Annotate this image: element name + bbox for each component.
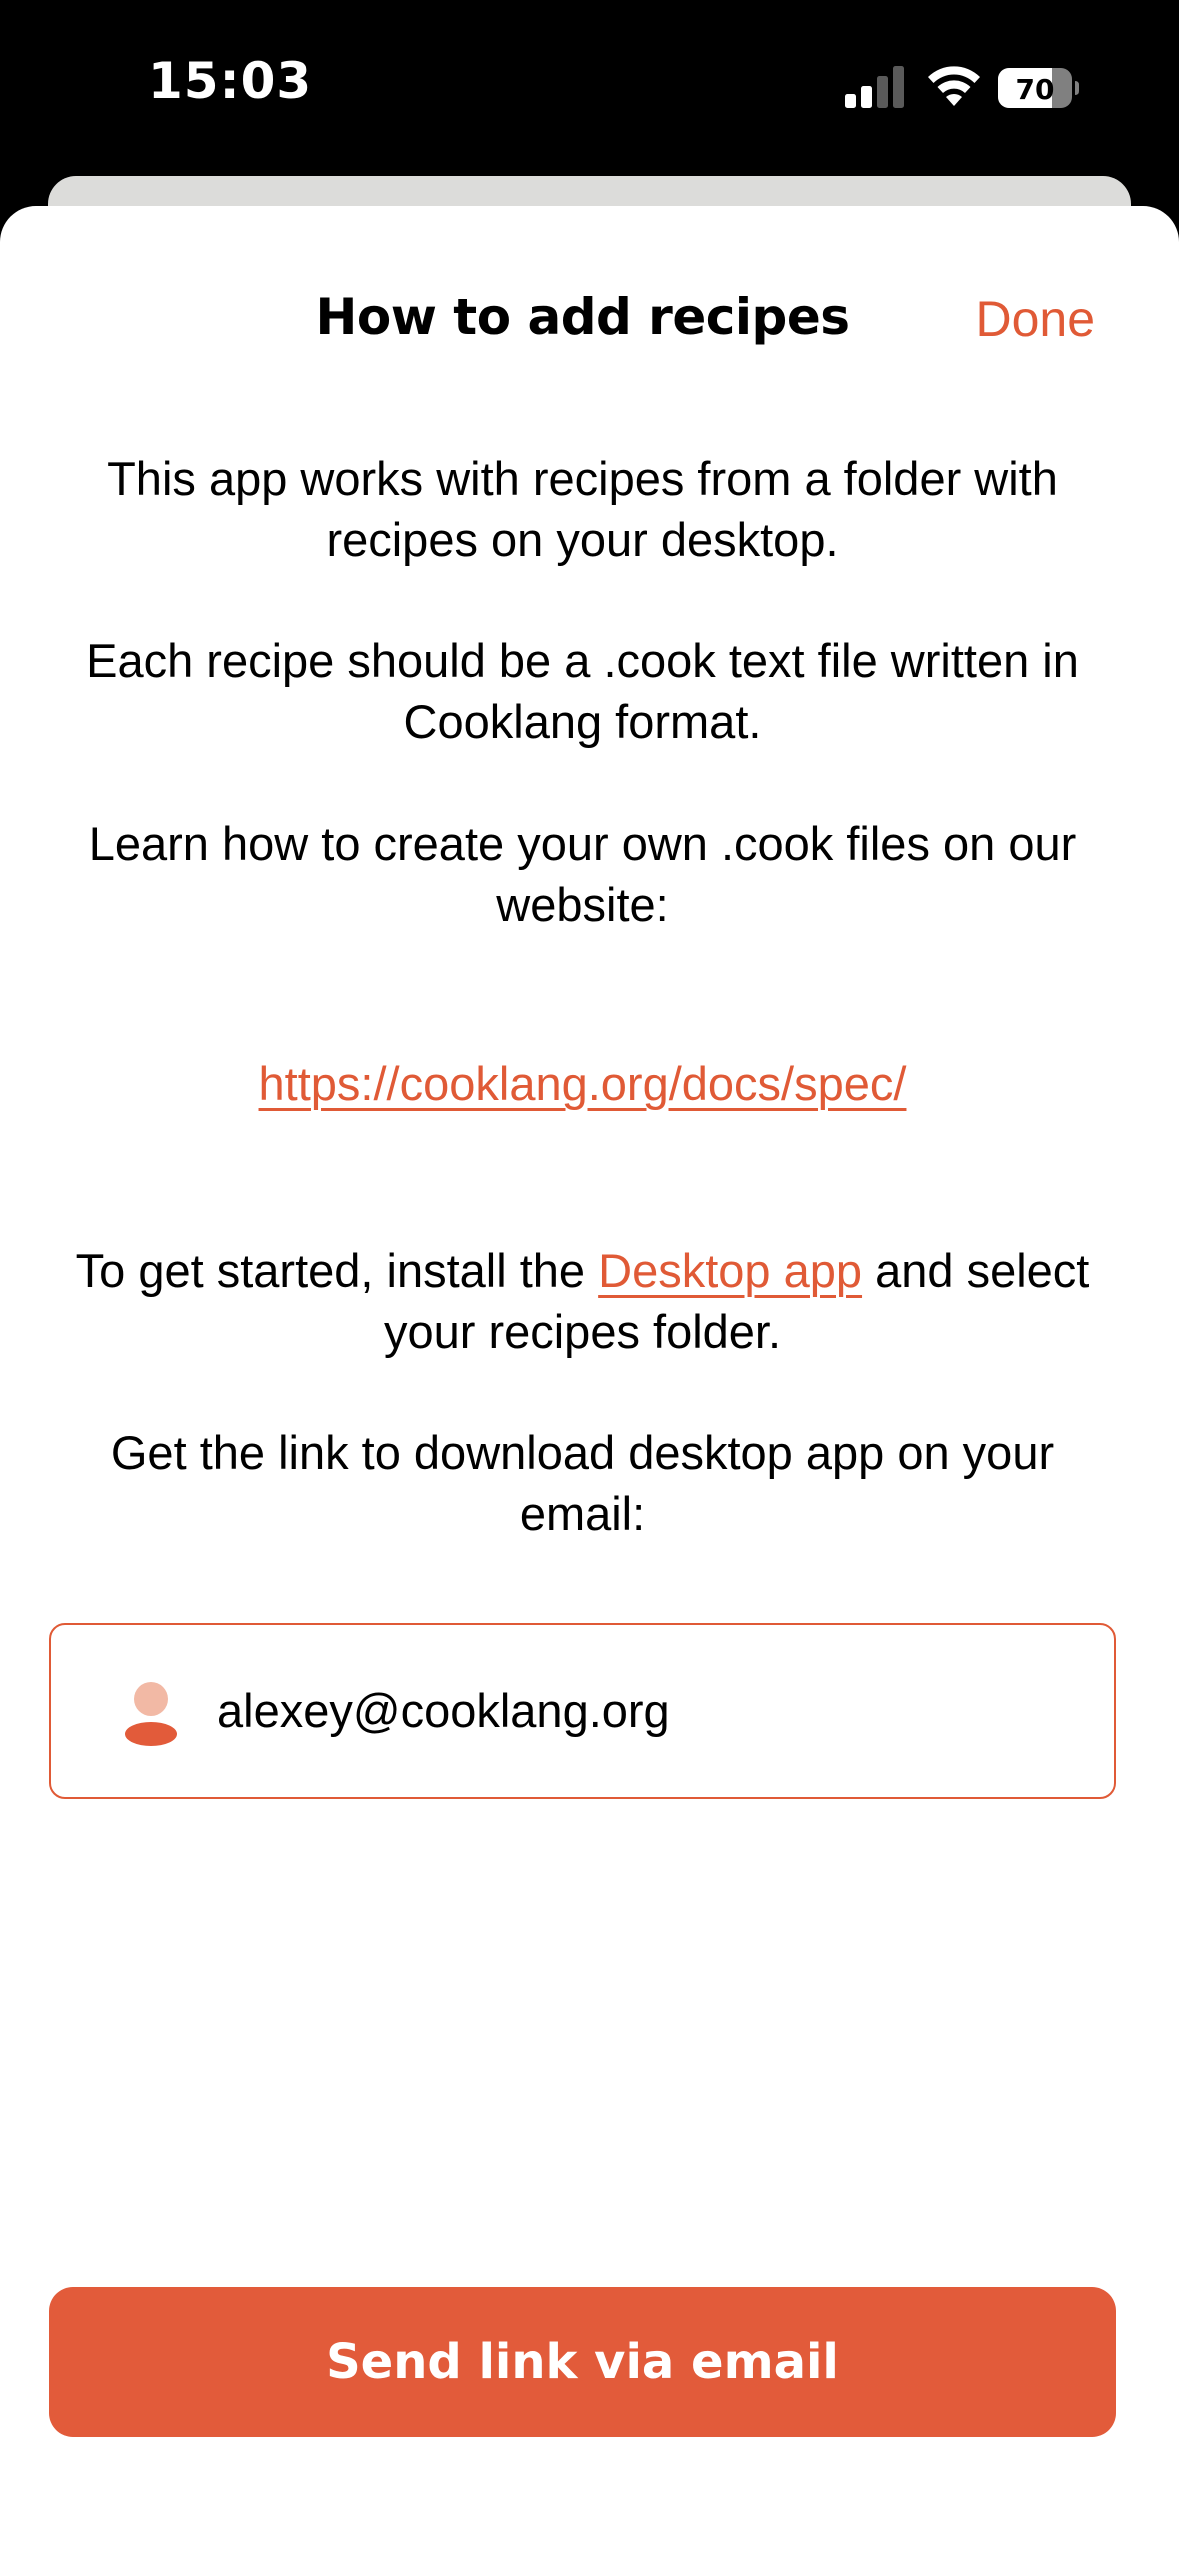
spec-link[interactable]: https://cooklang.org/docs/spec/ [259, 1057, 907, 1110]
intro-text: This app works with recipes from a folde… [107, 452, 1058, 566]
desktop-app-link[interactable]: Desktop app [598, 1244, 862, 1297]
how-to-add-recipes-sheet: How to add recipes Done This app works w… [0, 206, 1179, 2556]
done-button[interactable]: Done [975, 290, 1095, 348]
email-value[interactable]: alexey@cooklang.org [217, 1683, 670, 1738]
get-started-text: To get started, install the Desktop app … [50, 1240, 1115, 1362]
email-field[interactable]: alexey@cooklang.org [49, 1623, 1116, 1799]
spec-link-row: https://cooklang.org/docs/spec/ [0, 1056, 1165, 1111]
get-started-before: To get started, install the [75, 1244, 599, 1297]
status-bar: 15:03 70 [0, 0, 1179, 176]
wifi-icon [928, 66, 980, 106]
person-icon [125, 1682, 177, 1746]
cellular-signal-icon [845, 66, 904, 108]
battery-level: 70 [1016, 73, 1055, 106]
battery-icon: 70 [998, 68, 1079, 108]
learn-text: Learn how to create your own .cook files… [88, 817, 1077, 931]
email-prompt-text: Get the link to download desktop app on … [110, 1426, 1055, 1540]
status-time: 15:03 [148, 52, 313, 110]
format-text: Each recipe should be a .cook text file … [86, 634, 1079, 748]
send-link-button[interactable]: Send link via email [49, 2287, 1116, 2437]
